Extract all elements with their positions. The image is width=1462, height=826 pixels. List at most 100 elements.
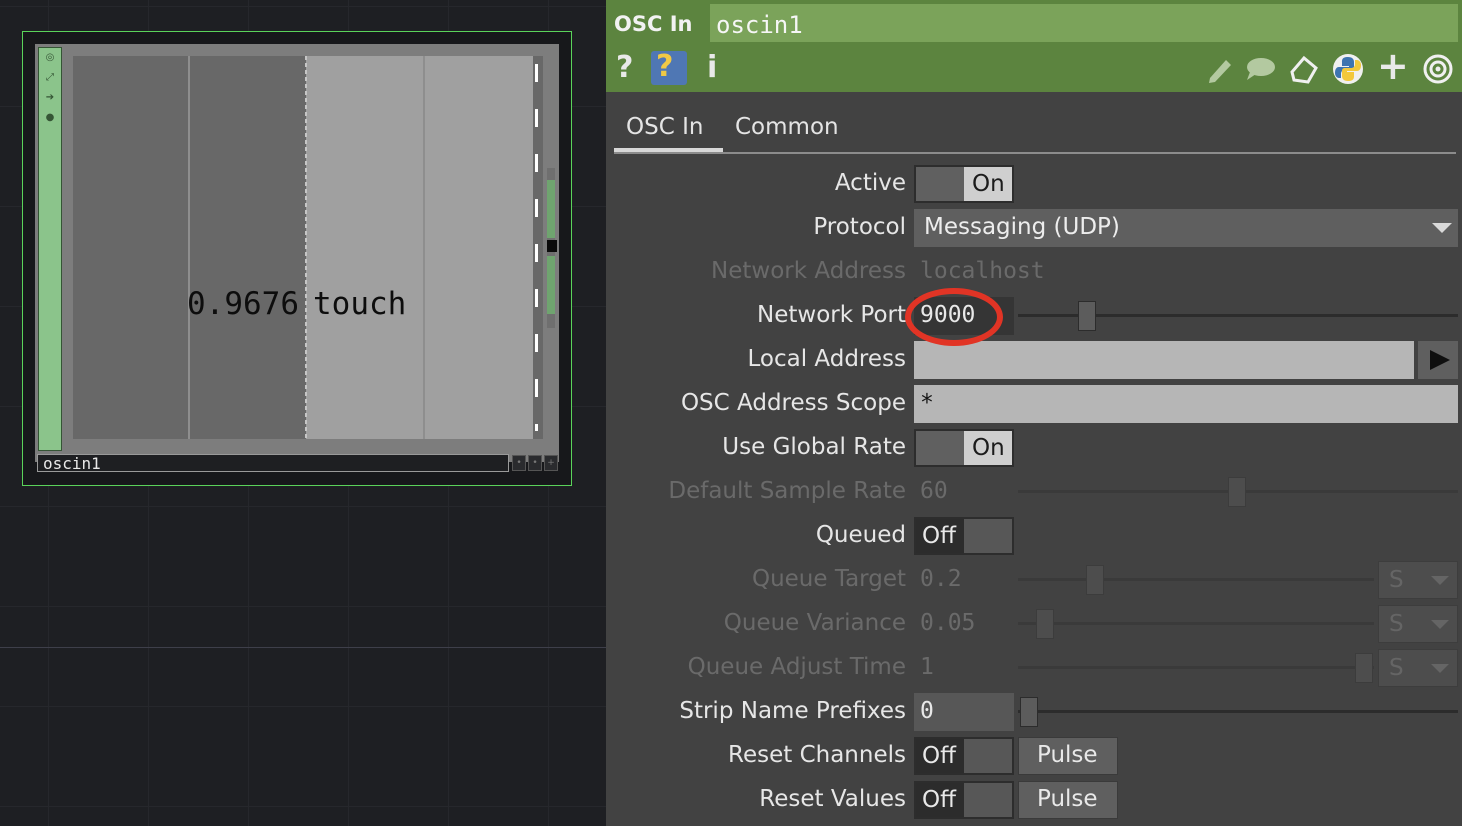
viewer-toggle-icon[interactable]: ◎ <box>44 52 56 64</box>
lock-icon[interactable]: ● <box>44 112 56 124</box>
output-connector-lower[interactable] <box>547 256 555 314</box>
reset-values-toggle[interactable]: Off <box>914 781 1014 819</box>
reset-values-pulse-button[interactable]: Pulse <box>1018 781 1118 819</box>
node-mini-button-3[interactable]: + <box>544 455 558 471</box>
grid-line <box>423 56 425 439</box>
network-port-slider[interactable] <box>1078 301 1096 331</box>
local-address-play-button[interactable] <box>1418 341 1458 379</box>
toggle-on-state: On <box>964 431 1012 465</box>
toggle-value: Off <box>922 787 956 813</box>
python-help-icon[interactable]: ? <box>651 51 687 85</box>
queue-adjust-time-field: 1 <box>914 649 1014 687</box>
comment-icon[interactable] <box>1244 54 1276 84</box>
reset-channels-pulse-button[interactable]: Pulse <box>1018 737 1118 775</box>
toggle-value: On <box>972 171 1005 197</box>
param-label: Local Address <box>747 346 906 372</box>
field-value: 0.2 <box>920 566 962 592</box>
grid-line <box>188 56 190 439</box>
osc-address-scope-field[interactable]: * <box>914 385 1458 423</box>
queue-target-slider <box>1086 565 1104 595</box>
field-value: * <box>920 390 934 416</box>
tab-osc-in[interactable]: OSC In <box>626 114 703 140</box>
channel-bar-light <box>306 56 533 439</box>
toggle-off-state: Off <box>916 739 964 773</box>
param-label: Reset Values <box>759 786 906 812</box>
target-icon[interactable] <box>1422 54 1454 84</box>
local-address-field[interactable] <box>914 341 1414 379</box>
edit-icon[interactable] <box>1204 54 1236 84</box>
chevron-down-icon <box>1431 664 1449 673</box>
divider <box>0 647 606 648</box>
channel-value: 0.9676 <box>187 286 299 322</box>
queue-adjust-time-units-menu: S <box>1378 649 1458 687</box>
queue-adjust-time-slider <box>1355 653 1373 683</box>
python-icon[interactable] <box>1332 54 1364 84</box>
param-osc-address-scope: OSC Address Scope * <box>606 384 1462 424</box>
reset-channels-toggle[interactable]: Off <box>914 737 1014 775</box>
param-label: Use Global Rate <box>722 434 906 460</box>
protocol-menu[interactable]: Messaging (UDP) <box>914 209 1458 247</box>
param-label: Reset Channels <box>728 742 906 768</box>
param-queue-target: Queue Target 0.2 S <box>606 560 1462 600</box>
param-label: Protocol <box>813 214 906 240</box>
oscin-node[interactable]: ◎ ⤢ ➔ ● 0.9676 touch oscin1 • • + <box>22 31 572 486</box>
param-network-port: Network Port 9000 <box>606 296 1462 336</box>
queue-target-field: 0.2 <box>914 561 1014 599</box>
field-value: 0.05 <box>920 610 976 636</box>
param-label: Default Sample Rate <box>668 478 906 504</box>
param-label: Queued <box>815 522 906 548</box>
chevron-down-icon <box>1431 576 1449 585</box>
slider-track <box>1018 666 1374 669</box>
param-queued: Queued Off <box>606 516 1462 556</box>
parameter-tabs: OSC In Common <box>614 112 1456 154</box>
slider-track <box>1018 622 1374 625</box>
node-flag-strip: ◎ ⤢ ➔ ● <box>38 47 62 451</box>
operator-type: OSC In <box>614 12 693 36</box>
channel-dash-marks <box>535 64 538 431</box>
toggle-value: Off <box>922 743 956 769</box>
output-icon[interactable]: ➔ <box>44 92 56 104</box>
queue-target-units-menu: S <box>1378 561 1458 599</box>
toggle-off-state: Off <box>916 519 964 553</box>
param-reset-values: Reset Values Off Pulse <box>606 780 1462 820</box>
strip-name-prefixes-slider[interactable] <box>1020 697 1038 727</box>
queued-toggle[interactable]: Off <box>914 517 1014 555</box>
param-label: Active <box>834 170 906 196</box>
tab-common[interactable]: Common <box>735 114 839 140</box>
toggle-value: On <box>972 435 1005 461</box>
node-name-field[interactable]: oscin1 <box>37 454 509 473</box>
info-icon[interactable]: i <box>707 50 717 86</box>
param-label: Strip Name Prefixes <box>679 698 906 724</box>
node-body[interactable]: ◎ ⤢ ➔ ● 0.9676 touch <box>35 44 559 462</box>
operator-name-field[interactable]: oscin1 <box>710 4 1458 42</box>
strip-name-prefixes-field[interactable]: 0 <box>914 693 1014 731</box>
help-icon[interactable]: ? <box>616 50 633 86</box>
field-value: 0 <box>920 698 934 724</box>
units-value: S <box>1389 611 1404 637</box>
param-label: Network Port <box>757 302 906 328</box>
node-mini-button-2[interactable]: • <box>528 455 542 471</box>
chevron-down-icon <box>1432 223 1452 233</box>
param-local-address: Local Address <box>606 340 1462 380</box>
param-queue-variance: Queue Variance 0.05 S <box>606 604 1462 644</box>
param-protocol: Protocol Messaging (UDP) <box>606 208 1462 248</box>
slider-track <box>1018 578 1374 581</box>
active-toggle[interactable]: On <box>914 165 1014 203</box>
add-icon[interactable]: + <box>1377 44 1409 88</box>
parameter-panel: OSC In oscin1 ? ? i + OSC In Common Acti… <box>606 0 1462 826</box>
node-mini-button-1[interactable]: • <box>512 455 526 471</box>
queue-variance-units-menu: S <box>1378 605 1458 643</box>
pulse-label: Pulse <box>1037 786 1098 812</box>
output-connector-knob[interactable] <box>547 240 557 252</box>
network-editor[interactable]: ◎ ⤢ ➔ ● 0.9676 touch oscin1 • • + <box>0 0 606 826</box>
output-connector-upper[interactable] <box>547 180 555 238</box>
units-value: S <box>1389 655 1404 681</box>
active-tab-indicator <box>614 148 723 152</box>
param-label: OSC Address Scope <box>680 390 906 416</box>
param-label: Network Address <box>711 258 906 284</box>
clone-icon[interactable] <box>1288 54 1320 84</box>
param-label: Queue Target <box>751 566 906 592</box>
bypass-icon[interactable]: ⤢ <box>44 72 56 84</box>
queue-variance-slider <box>1036 609 1054 639</box>
use-global-rate-toggle[interactable]: On <box>914 429 1014 467</box>
